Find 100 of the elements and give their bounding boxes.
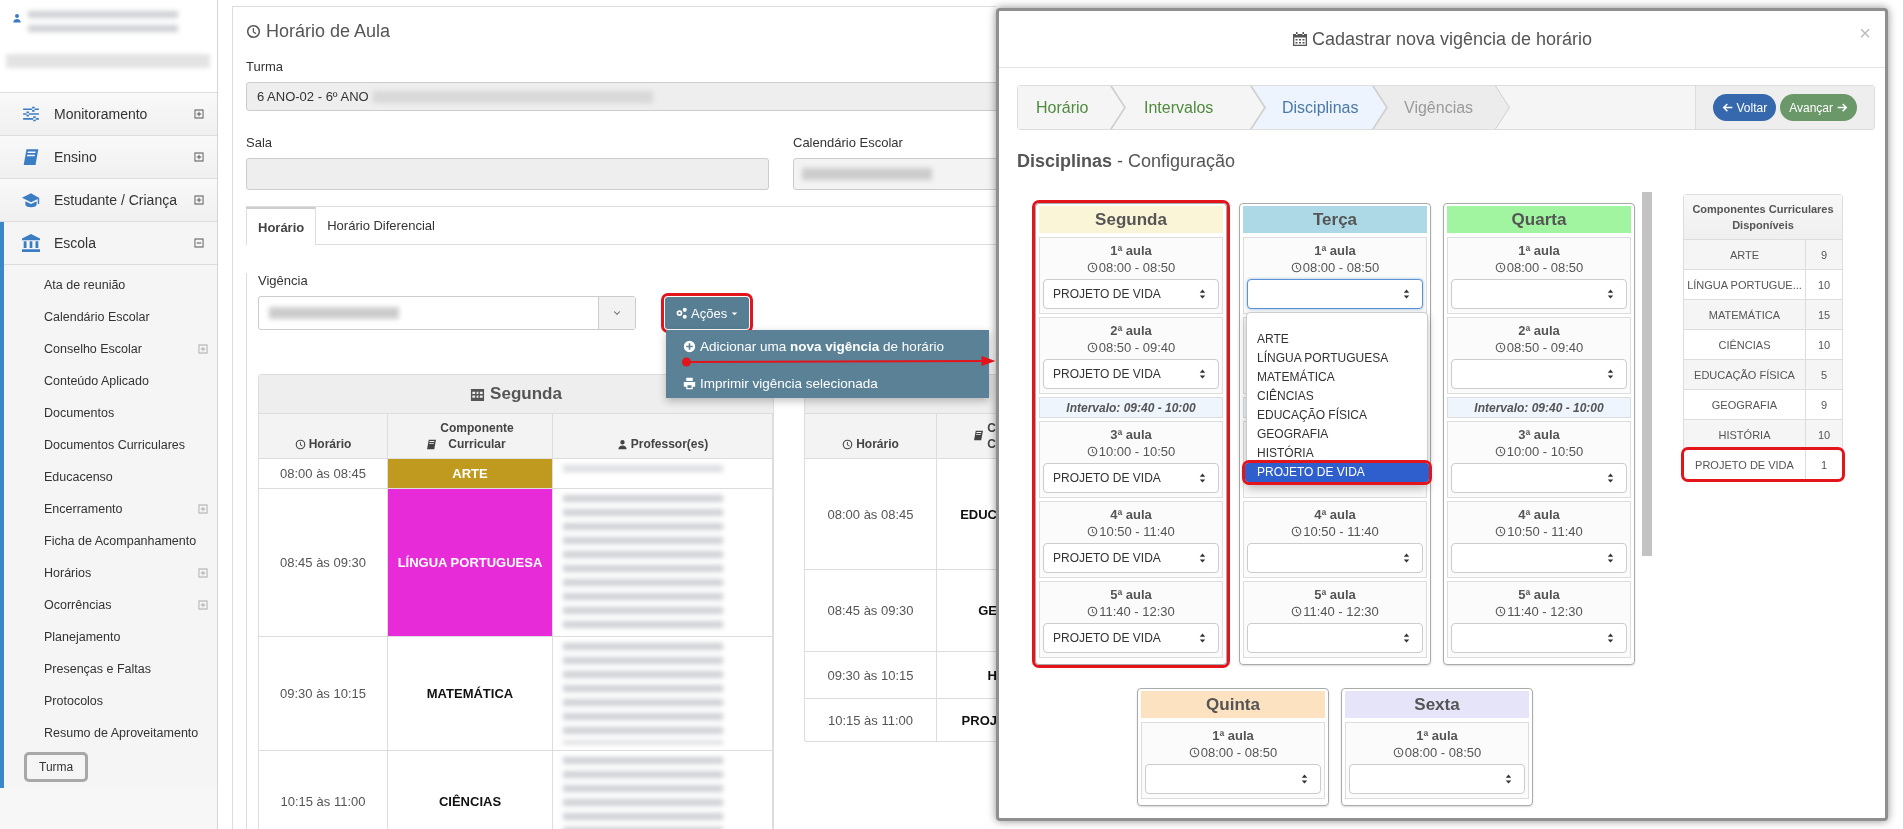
submenu-item[interactable]: Ocorrências bbox=[40, 589, 197, 621]
wizard-step[interactable]: Disciplinas bbox=[1252, 86, 1387, 129]
table-cell: 08:00 às 08:45 bbox=[805, 459, 937, 569]
up-down-icon bbox=[1605, 368, 1616, 380]
subject-select[interactable]: PROJETO DE VIDA bbox=[1043, 623, 1219, 653]
subject-select[interactable] bbox=[1451, 543, 1627, 573]
lesson-title: 4ª aula bbox=[1109, 507, 1153, 523]
submenu-item[interactable]: Planejamento bbox=[40, 621, 209, 653]
wizard-step[interactable]: Intervalos bbox=[1112, 86, 1265, 129]
dropdown-option[interactable]: ARTE bbox=[1247, 330, 1427, 349]
page-title: Horário de Aula bbox=[266, 20, 391, 42]
lesson-title: 5ª aula bbox=[1313, 587, 1357, 603]
dropdown-option[interactable]: CIÊNCIAS bbox=[1247, 387, 1427, 406]
up-down-icon bbox=[1197, 632, 1208, 644]
break-row: Intervalo: 09:40 - 10:00 bbox=[1039, 397, 1223, 418]
submenu-item[interactable]: Protocolos bbox=[40, 685, 209, 717]
subject-select[interactable] bbox=[1451, 623, 1627, 653]
table-cell: LÍNGUA PORTUGUE... bbox=[1684, 270, 1806, 299]
dropdown-option[interactable]: HISTÓRIA bbox=[1247, 444, 1427, 463]
scrollbar[interactable] bbox=[1642, 192, 1652, 556]
clock-icon bbox=[1495, 606, 1507, 617]
up-down-icon bbox=[1401, 552, 1412, 564]
menu-item[interactable]: Adicionar uma nova vigência de horário bbox=[666, 334, 989, 357]
arrow-left-icon bbox=[1721, 102, 1733, 113]
subject-select[interactable] bbox=[1247, 279, 1423, 309]
subject-select[interactable] bbox=[1451, 359, 1627, 389]
clock-icon bbox=[1087, 526, 1099, 537]
table-cell-text: 10 bbox=[1816, 277, 1832, 293]
up-down-icon bbox=[1605, 552, 1616, 564]
clock-icon bbox=[294, 439, 306, 450]
submenu-item[interactable]: Presenças e Faltas bbox=[40, 653, 209, 685]
turma-field[interactable]: 6 ANO-02 - 6º ANO bbox=[246, 82, 996, 111]
submenu-item[interactable]: Documentos bbox=[40, 397, 209, 429]
subject-select[interactable]: PROJETO DE VIDA bbox=[1043, 463, 1219, 493]
submenu-item[interactable]: Conteúdo Aplicado bbox=[40, 365, 209, 397]
calendar-field[interactable] bbox=[793, 158, 996, 190]
dropdown-option[interactable]: LÍNGUA PORTUGUESA bbox=[1247, 349, 1427, 368]
lesson-title: 2ª aula bbox=[1109, 323, 1153, 339]
dropdown-option[interactable]: GEOGRAFIA bbox=[1247, 425, 1427, 444]
table-cell-text: PROJ bbox=[960, 711, 996, 730]
subject-select[interactable]: PROJETO DE VIDA bbox=[1043, 279, 1219, 309]
day-header: Sexta bbox=[1345, 691, 1529, 718]
validity-select[interactable] bbox=[258, 296, 636, 330]
table-cell-text: 15 bbox=[1816, 307, 1832, 323]
subject-select[interactable] bbox=[1451, 463, 1627, 493]
table-cell: GEOGRAFIA bbox=[1684, 390, 1806, 419]
table-cell: ARTE bbox=[388, 459, 553, 488]
up-down-icon bbox=[1605, 472, 1616, 484]
submenu-item[interactable]: Calendário Escolar bbox=[40, 301, 209, 333]
clock-icon bbox=[1392, 747, 1404, 758]
subject-select[interactable] bbox=[1451, 279, 1627, 309]
table-cell-text: 1 bbox=[1819, 457, 1829, 473]
submenu-item[interactable]: Resumo de Aproveitamento bbox=[40, 717, 209, 749]
lesson-title: 2ª aula bbox=[1517, 323, 1561, 339]
subject-select[interactable]: PROJETO DE VIDA bbox=[1043, 543, 1219, 573]
book-icon bbox=[22, 148, 40, 166]
lesson-time: 11:40 - 12:30 bbox=[1303, 603, 1379, 620]
table-cell: LÍNGUA PORTUGUESA bbox=[388, 489, 553, 636]
table-cell: CIÊNCIAS bbox=[1684, 330, 1806, 359]
submenu-item[interactable]: Ata de reunião bbox=[40, 269, 209, 301]
submenu-item[interactable]: Conselho Escolar bbox=[40, 333, 197, 365]
menu-item[interactable]: Imprimir vigência selecionada bbox=[666, 371, 989, 394]
table-cell: MATEMÁTICA bbox=[1684, 300, 1806, 329]
dropdown-option[interactable]: EDUCAÇÃO FÍSICA bbox=[1247, 406, 1427, 425]
table-cell-text: 5 bbox=[1819, 367, 1829, 383]
table-cell: 09:30 às 10:15 bbox=[259, 637, 388, 750]
room-field[interactable] bbox=[246, 158, 769, 190]
lesson-time: 08:00 - 08:50 bbox=[1404, 744, 1482, 761]
submenu-item[interactable]: Documentos Curriculares bbox=[40, 429, 209, 461]
subject-select[interactable] bbox=[1145, 764, 1321, 794]
subject-select[interactable] bbox=[1349, 764, 1525, 794]
clock-icon bbox=[842, 439, 854, 450]
clock-icon bbox=[1494, 446, 1506, 457]
submenu-item[interactable]: Ficha de Acompanhamento bbox=[40, 525, 209, 557]
column-header: C C bbox=[987, 420, 996, 452]
subject-select[interactable] bbox=[1247, 623, 1423, 653]
dropdown-option[interactable]: MATEMÁTICA bbox=[1247, 368, 1427, 387]
lesson-time: 11:40 - 12:30 bbox=[1099, 603, 1175, 620]
lesson-time: 08:00 - 08:50 bbox=[1302, 259, 1380, 276]
lesson-time: 08:00 - 08:50 bbox=[1506, 259, 1584, 276]
sliders-icon bbox=[22, 105, 40, 123]
table-cell: MATEMÁTICA bbox=[388, 637, 553, 750]
lesson-time: 11:40 - 12:30 bbox=[1507, 603, 1583, 620]
wizard-step[interactable]: Horário bbox=[1018, 86, 1125, 129]
lesson-title: 1ª aula bbox=[1313, 243, 1357, 259]
back-button[interactable]: Voltar bbox=[1712, 94, 1777, 121]
table-cell-text: 9 bbox=[1819, 397, 1829, 413]
subject-select[interactable]: PROJETO DE VIDA bbox=[1043, 359, 1219, 389]
column-header: Professor(es) bbox=[630, 436, 709, 452]
subject-select[interactable] bbox=[1247, 543, 1423, 573]
dropdown-option[interactable]: PROJETO DE VIDA bbox=[1245, 463, 1429, 482]
lesson-title: 3ª aula bbox=[1517, 427, 1561, 443]
submenu-item[interactable]: Turma bbox=[24, 752, 89, 782]
submenu-item[interactable]: Educacenso bbox=[40, 461, 209, 493]
submenu-item[interactable]: Horários bbox=[40, 557, 197, 589]
lesson-title: 5ª aula bbox=[1517, 587, 1561, 603]
tab[interactable]: Horário bbox=[246, 207, 317, 245]
user-icon bbox=[12, 13, 22, 23]
submenu-item[interactable]: Encerramento bbox=[40, 493, 197, 525]
clock-icon bbox=[1290, 262, 1302, 273]
